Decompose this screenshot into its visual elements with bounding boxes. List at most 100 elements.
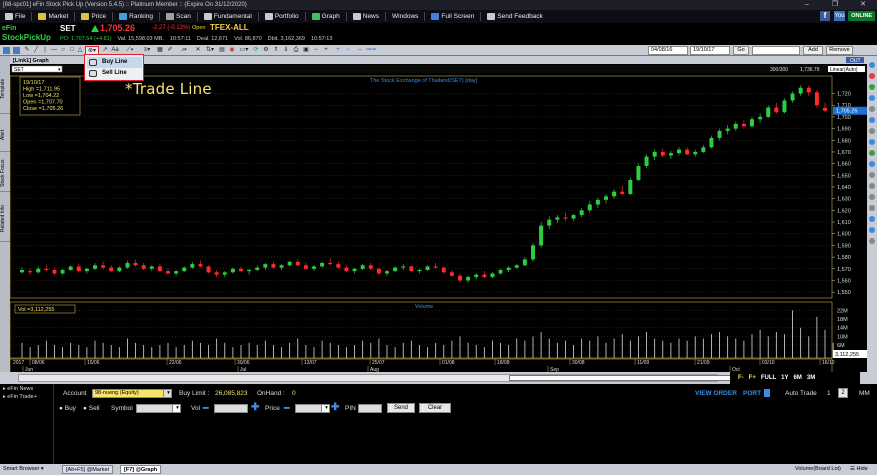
scroll-left-icon[interactable]: ⇔	[356, 46, 364, 55]
pencil-icon[interactable]: ✎	[23, 46, 31, 55]
side-tab-stock-focus[interactable]: Stock Focus	[0, 156, 10, 192]
minus-icon[interactable]: −	[312, 46, 320, 55]
close-button[interactable]: ✕	[849, 0, 877, 10]
menu-news[interactable]: News	[348, 10, 384, 23]
side-tool-icon[interactable]	[869, 84, 875, 90]
download-icon[interactable]: ⇓	[282, 46, 290, 55]
date-from-input[interactable]: 04/08/16	[648, 46, 688, 55]
tab-graph[interactable]: [F7] @Graph	[120, 465, 162, 474]
page-1-button[interactable]: 1	[827, 390, 831, 397]
line-tool-icon[interactable]: ╱	[32, 46, 40, 55]
menu-file[interactable]: File	[0, 10, 30, 23]
period-icon[interactable]: ▭▾	[238, 46, 250, 55]
side-tab-template[interactable]: Template	[0, 64, 10, 114]
cursor-icon[interactable]	[13, 47, 20, 54]
menu-market[interactable]: Market	[33, 10, 73, 23]
account-dropdown-icon[interactable]: ▾	[163, 389, 172, 398]
menu-scan[interactable]: Scan	[161, 10, 196, 23]
side-tool-icon[interactable]	[869, 183, 875, 189]
date-to-input[interactable]: 19/10/17	[690, 46, 730, 55]
side-tab-alert[interactable]: Alert	[0, 118, 10, 152]
side-tool-icon[interactable]	[869, 95, 875, 101]
side-tab-related-info[interactable]: Related Info	[0, 196, 10, 242]
color-picker-icon[interactable]: ◉	[228, 46, 236, 55]
stock-chart[interactable]: [Link1] Graph OUTSET ▾ 300/300 1,736.79 Linea…	[10, 56, 867, 378]
delete-tool-icon[interactable]: ✕	[194, 46, 202, 55]
up-flag-icon[interactable]: ⇑	[272, 46, 280, 55]
compare-icon[interactable]: ⇅▾	[204, 46, 216, 55]
side-tool-icon[interactable]	[869, 117, 875, 123]
zoom-plus-icon[interactable]: +	[334, 46, 342, 55]
left-item-news[interactable]: ▸ eFin News	[0, 384, 53, 394]
refresh-icon[interactable]: ⟳	[252, 46, 260, 55]
menu-portfolio[interactable]: Portfolio	[260, 10, 304, 23]
menu-graph[interactable]: Graph	[307, 10, 345, 23]
menu-price[interactable]: Price	[76, 10, 111, 23]
save-icon[interactable]: ▣	[302, 46, 310, 55]
font-size-button[interactable]: F+	[749, 375, 756, 381]
account-select[interactable]: 98-nueng (Equity)	[92, 389, 172, 398]
font-size-button[interactable]: F-	[738, 375, 744, 381]
menu-send-feedback[interactable]: Send Feedback	[482, 10, 548, 23]
chart-type-icon[interactable]: ▤	[218, 46, 226, 55]
menu-windows[interactable]: Windows	[387, 10, 423, 23]
view-order-link[interactable]: VIEW ORDER	[695, 390, 737, 397]
tab-market[interactable]: [Alt+F5] @Market	[62, 465, 114, 474]
rectangle-tool-icon[interactable]: □	[68, 46, 76, 55]
add-button[interactable]: Add	[803, 46, 823, 55]
menu-full-screen[interactable]: Full Screen	[426, 10, 479, 23]
pin-input[interactable]	[358, 404, 382, 413]
price-minus-icon[interactable]: ━	[284, 403, 289, 414]
side-tool-icon[interactable]	[869, 227, 875, 233]
quote-tfex[interactable]: TFEX-ALL	[210, 23, 249, 32]
quote-symbol[interactable]: SET	[60, 24, 76, 33]
maximize-button[interactable]: ❐	[821, 0, 849, 10]
side-tool-icon[interactable]	[869, 150, 875, 156]
zoom-in-icon[interactable]	[3, 47, 10, 54]
side-tool-icon[interactable]	[869, 161, 875, 167]
mm-label[interactable]: MM	[859, 390, 870, 397]
price-plus-icon[interactable]: ✚	[331, 402, 339, 413]
scroll-right-icon[interactable]: ⇒⇒	[366, 46, 376, 55]
symbol-dropdown-icon[interactable]: ▾	[172, 404, 181, 413]
settings-icon[interactable]: ⚙	[262, 46, 270, 55]
side-tool-icon[interactable]	[869, 73, 875, 79]
port-link[interactable]: PORT	[743, 390, 761, 397]
side-tool-icon[interactable]	[869, 139, 875, 145]
clear-button[interactable]: Clear	[419, 403, 451, 413]
price-dropdown-icon[interactable]: ▾	[321, 404, 330, 413]
side-tool-icon[interactable]	[869, 205, 875, 211]
symbol-select[interactable]	[752, 46, 800, 55]
minimize-button[interactable]: –	[793, 0, 821, 10]
circle-tool-icon[interactable]: ○	[59, 46, 67, 55]
menu-ranking[interactable]: Ranking	[114, 10, 158, 23]
smart-browser-button[interactable]: Smart Browser ▾	[3, 465, 44, 474]
print-icon[interactable]: ⎙	[292, 46, 300, 55]
side-tool-icon[interactable]	[869, 172, 875, 178]
period-1y[interactable]: 1Y	[781, 375, 788, 381]
side-tool-icon[interactable]	[869, 216, 875, 222]
vol-input[interactable]	[214, 404, 248, 413]
page-2-button[interactable]: 2	[838, 388, 848, 398]
sell-line-menu-item[interactable]: Sell Line	[87, 68, 142, 79]
buy-radio[interactable]: ● Buy	[59, 405, 76, 412]
facebook-icon[interactable]: f	[820, 11, 830, 21]
period-6m[interactable]: 6M	[794, 375, 802, 381]
send-button[interactable]: Send	[387, 403, 415, 413]
port-icon[interactable]	[764, 389, 770, 397]
grid-icon[interactable]: ▦	[156, 46, 164, 55]
chart-scrollbar[interactable]	[18, 374, 739, 382]
side-tool-icon[interactable]	[869, 106, 875, 112]
chart-scrollbar-thumb[interactable]	[509, 375, 739, 381]
youtube-icon[interactable]: You	[834, 11, 845, 21]
side-tool-icon[interactable]	[869, 128, 875, 134]
side-tool-icon[interactable]	[869, 194, 875, 200]
vertical-line-icon[interactable]: |	[41, 46, 49, 55]
triangle-tool-icon[interactable]: △	[76, 46, 84, 55]
sell-radio[interactable]: ● Sell	[83, 405, 100, 412]
go-button[interactable]: Go	[733, 46, 749, 55]
menu-fundamental[interactable]: Fundamental	[199, 10, 257, 23]
zoom-minus-icon[interactable]: −	[344, 46, 352, 55]
horizontal-line-icon[interactable]: —	[50, 46, 58, 55]
plus-icon[interactable]: +	[322, 46, 330, 55]
